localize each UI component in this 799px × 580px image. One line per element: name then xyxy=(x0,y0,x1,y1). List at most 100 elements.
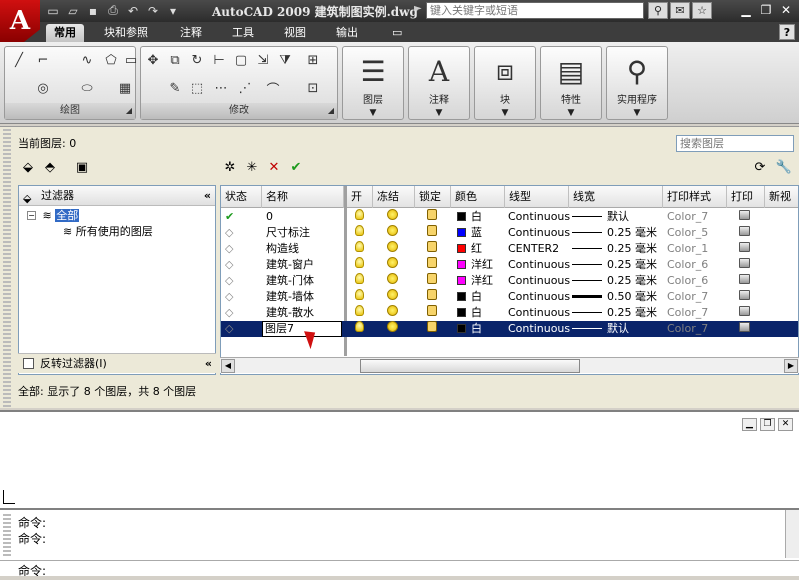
communication-center-icon[interactable]: ✉ xyxy=(670,2,690,19)
palette-grip[interactable] xyxy=(3,129,11,407)
layer-plot-toggle[interactable] xyxy=(739,273,755,289)
layer-plot-toggle[interactable] xyxy=(739,241,755,257)
layer-on-toggle[interactable] xyxy=(355,225,369,241)
layer-on-toggle[interactable] xyxy=(355,273,369,289)
layers-button[interactable]: ☰ 图层 ▼ xyxy=(342,46,404,120)
polygon-icon[interactable]: ⬠ xyxy=(101,51,121,69)
layer-color[interactable]: 白 xyxy=(457,289,505,305)
collapse-icon[interactable]: « xyxy=(204,186,211,205)
layer-linetype[interactable]: CENTER2 xyxy=(508,241,570,257)
settings-wrench-icon[interactable]: 🔧 xyxy=(774,158,794,176)
column-header-name[interactable]: 名称 xyxy=(262,186,344,208)
tab-output[interactable]: 输出 xyxy=(328,24,366,42)
break-icon[interactable]: ⋯ xyxy=(211,79,231,97)
layer-lineweight[interactable]: 默认 xyxy=(572,209,664,225)
annotation-button[interactable]: A 注释 ▼ xyxy=(408,46,470,120)
open-file-icon[interactable]: ▱ xyxy=(64,2,82,19)
layer-name[interactable]: 0 xyxy=(266,209,344,225)
layer-linetype[interactable]: Continuous xyxy=(508,273,570,289)
layer-name[interactable]: 构造线 xyxy=(266,241,344,257)
table-row[interactable]: ◇ 建筑-门体 洋红 Continuous 0.25 毫米 Color_6 xyxy=(221,273,798,289)
layer-linetype[interactable]: Continuous xyxy=(508,321,570,337)
circle-icon[interactable]: ◎ xyxy=(33,79,53,97)
layer-freeze-toggle[interactable] xyxy=(387,257,401,273)
search-icon[interactable]: ⚲ xyxy=(648,2,668,19)
column-header-color[interactable]: 颜色 xyxy=(451,186,505,208)
column-header-status[interactable]: 状态 xyxy=(221,186,262,208)
command-grip[interactable] xyxy=(3,514,11,558)
minimize-icon[interactable]: ▁ xyxy=(737,2,755,18)
layer-linetype[interactable]: Continuous xyxy=(508,209,570,225)
infocenter-search-input[interactable]: 键入关键字或短语 xyxy=(426,2,644,19)
set-current-icon[interactable]: ✔ xyxy=(286,158,306,176)
scale-icon[interactable]: ⬚ xyxy=(187,79,207,97)
layer-name-edit-input[interactable]: 图层7 xyxy=(262,321,342,337)
move-icon[interactable]: ✥ xyxy=(143,51,163,69)
table-row[interactable]: ✔ 0 白 Continuous 默认 Color_7 xyxy=(221,209,798,225)
layer-freeze-toggle[interactable] xyxy=(387,289,401,305)
layer-color[interactable]: 洋红 xyxy=(457,273,505,289)
hatch-icon[interactable]: ▦ xyxy=(115,79,135,97)
layer-lock-toggle[interactable] xyxy=(427,305,441,321)
layer-search-input[interactable]: 搜索图层 xyxy=(676,135,794,152)
layer-plot-toggle[interactable] xyxy=(739,225,755,241)
tab-blocks-references[interactable]: 块和参照 xyxy=(96,24,156,42)
scroll-right-icon[interactable]: ▶ xyxy=(784,359,798,373)
block-button[interactable]: ⧈ 块 ▼ xyxy=(474,46,536,120)
layer-name[interactable]: 尺寸标注 xyxy=(266,225,344,241)
collapse-node-icon[interactable]: − xyxy=(27,211,36,220)
layer-linetype[interactable]: Continuous xyxy=(508,225,570,241)
layer-linetype[interactable]: Continuous xyxy=(508,257,570,273)
qat-dropdown-icon[interactable]: ▾ xyxy=(164,2,182,19)
drawing-minimize-icon[interactable]: ▁ xyxy=(742,418,757,431)
layer-lineweight[interactable]: 0.25 毫米 xyxy=(572,225,664,241)
column-header-plot[interactable]: 打印 xyxy=(727,186,765,208)
rectangle-icon[interactable]: ▭ xyxy=(121,51,141,69)
line-icon[interactable]: ╱ xyxy=(9,51,29,69)
layer-lock-toggle[interactable] xyxy=(427,289,441,305)
layer-plot-toggle[interactable] xyxy=(739,305,755,321)
help-button[interactable]: ? xyxy=(779,24,795,40)
redo-icon[interactable]: ↷ xyxy=(144,2,162,19)
collapse-icon[interactable]: « xyxy=(205,354,212,374)
layer-color[interactable]: 白 xyxy=(457,321,505,337)
properties-button[interactable]: ▤ 特性 ▼ xyxy=(540,46,602,120)
layer-lineweight[interactable]: 0.25 毫米 xyxy=(572,257,664,273)
tab-view[interactable]: 视图 xyxy=(276,24,314,42)
layer-lock-toggle[interactable] xyxy=(427,241,441,257)
layer-lineweight[interactable]: 0.25 毫米 xyxy=(572,305,664,321)
table-row[interactable]: ◇ 构造线 红 CENTER2 0.25 毫米 Color_1 xyxy=(221,241,798,257)
drawing-restore-icon[interactable]: ❐ xyxy=(760,418,775,431)
layer-states-icon[interactable]: ▣ xyxy=(72,158,92,176)
layer-color[interactable]: 红 xyxy=(457,241,505,257)
layer-freeze-toggle[interactable] xyxy=(387,305,401,321)
print-icon[interactable]: ⎙ xyxy=(104,2,122,19)
copy-icon[interactable]: ⧉ xyxy=(165,51,185,69)
tab-tools[interactable]: 工具 xyxy=(224,24,262,42)
layer-lock-toggle[interactable] xyxy=(427,225,441,241)
table-row[interactable]: ◇ 建筑-散水 白 Continuous 0.25 毫米 Color_7 xyxy=(221,305,798,321)
table-row[interactable]: ◇ 尺寸标注 蓝 Continuous 0.25 毫米 Color_5 xyxy=(221,225,798,241)
offset-icon[interactable]: ▢ xyxy=(231,51,251,69)
layer-lock-toggle[interactable] xyxy=(427,273,441,289)
polyline-icon[interactable]: ⌐ xyxy=(33,51,53,69)
layer-color[interactable]: 蓝 xyxy=(457,225,505,241)
layer-on-toggle[interactable] xyxy=(355,305,369,321)
layer-plot-toggle[interactable] xyxy=(739,321,755,337)
erase-icon[interactable]: ✎ xyxy=(165,79,185,97)
column-header-freeze[interactable]: 冻结 xyxy=(373,186,415,208)
modify-panel-label[interactable]: 修改 ◢ xyxy=(141,103,337,119)
table-row[interactable]: ◇ 图层7 白 Continuous 默认 Color_7 xyxy=(221,321,798,350)
layer-on-toggle[interactable] xyxy=(355,321,369,337)
layer-lineweight[interactable]: 默认 xyxy=(572,321,664,337)
stretch-icon[interactable]: ⇲ xyxy=(253,51,273,69)
layer-on-toggle[interactable] xyxy=(355,241,369,257)
table-row[interactable]: ◇ 建筑-墙体 白 Continuous 0.50 毫米 Color_7 xyxy=(221,289,798,305)
layer-on-toggle[interactable] xyxy=(355,289,369,305)
ellipse-icon[interactable]: ⬭ xyxy=(77,79,97,97)
column-header-lineweight[interactable]: 线宽 xyxy=(569,186,663,208)
refresh-icon[interactable]: ⟳ xyxy=(750,158,770,176)
scroll-thumb[interactable] xyxy=(360,359,580,373)
tree-node-all[interactable]: − ≋ 全部 xyxy=(27,208,80,224)
scroll-left-icon[interactable]: ◀ xyxy=(221,359,235,373)
